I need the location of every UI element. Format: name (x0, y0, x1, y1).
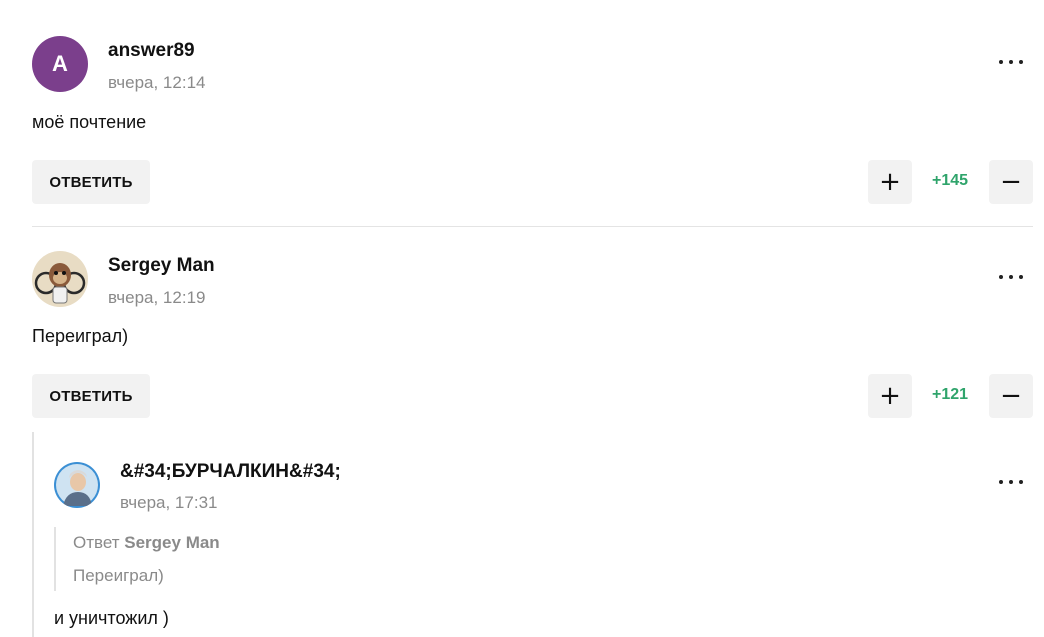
comment-author[interactable]: Sergey Man (108, 255, 215, 277)
reply-button[interactable]: ОТВЕТИТЬ (32, 160, 150, 204)
comment-divider (32, 226, 1033, 227)
monkey-avatar-icon (32, 251, 88, 307)
downvote-button[interactable]: − (989, 160, 1033, 204)
comment-time: вчера, 12:19 (108, 288, 206, 307)
upvote-button[interactable]: + (868, 160, 912, 204)
reply-to-author[interactable]: Sergey Man (124, 533, 219, 552)
comment-time: вчера, 12:14 (108, 73, 206, 92)
avatar[interactable] (54, 462, 100, 508)
quote-bar (54, 527, 56, 591)
comment-score: +121 (931, 386, 969, 403)
comment-text: моё почтение (32, 112, 147, 132)
downvote-button[interactable]: − (989, 374, 1033, 418)
avatar[interactable] (32, 251, 88, 307)
avatar[interactable]: A (32, 36, 88, 92)
comment-author[interactable]: answer89 (108, 40, 195, 62)
reply-thread-line (32, 432, 34, 637)
comment-score: +145 (931, 172, 969, 189)
upvote-button[interactable]: + (868, 374, 912, 418)
comment-time: вчера, 17:31 (120, 493, 218, 512)
person-avatar-icon (54, 462, 100, 508)
more-options-icon[interactable] (999, 478, 1023, 486)
comment-text: Переиграл) (32, 326, 129, 346)
comment-author[interactable]: &#34;БУРЧАЛКИН&#34; (120, 461, 341, 483)
reply-button[interactable]: ОТВЕТИТЬ (32, 374, 150, 418)
reply-to-label[interactable]: Ответ Sergey Man (73, 533, 220, 553)
quoted-text: Переиграл) (73, 566, 164, 585)
more-options-icon[interactable] (999, 58, 1023, 66)
more-options-icon[interactable] (999, 273, 1023, 281)
reply-to-prefix: Ответ (73, 533, 120, 552)
comment-text: и уничтожил ) (54, 608, 169, 628)
